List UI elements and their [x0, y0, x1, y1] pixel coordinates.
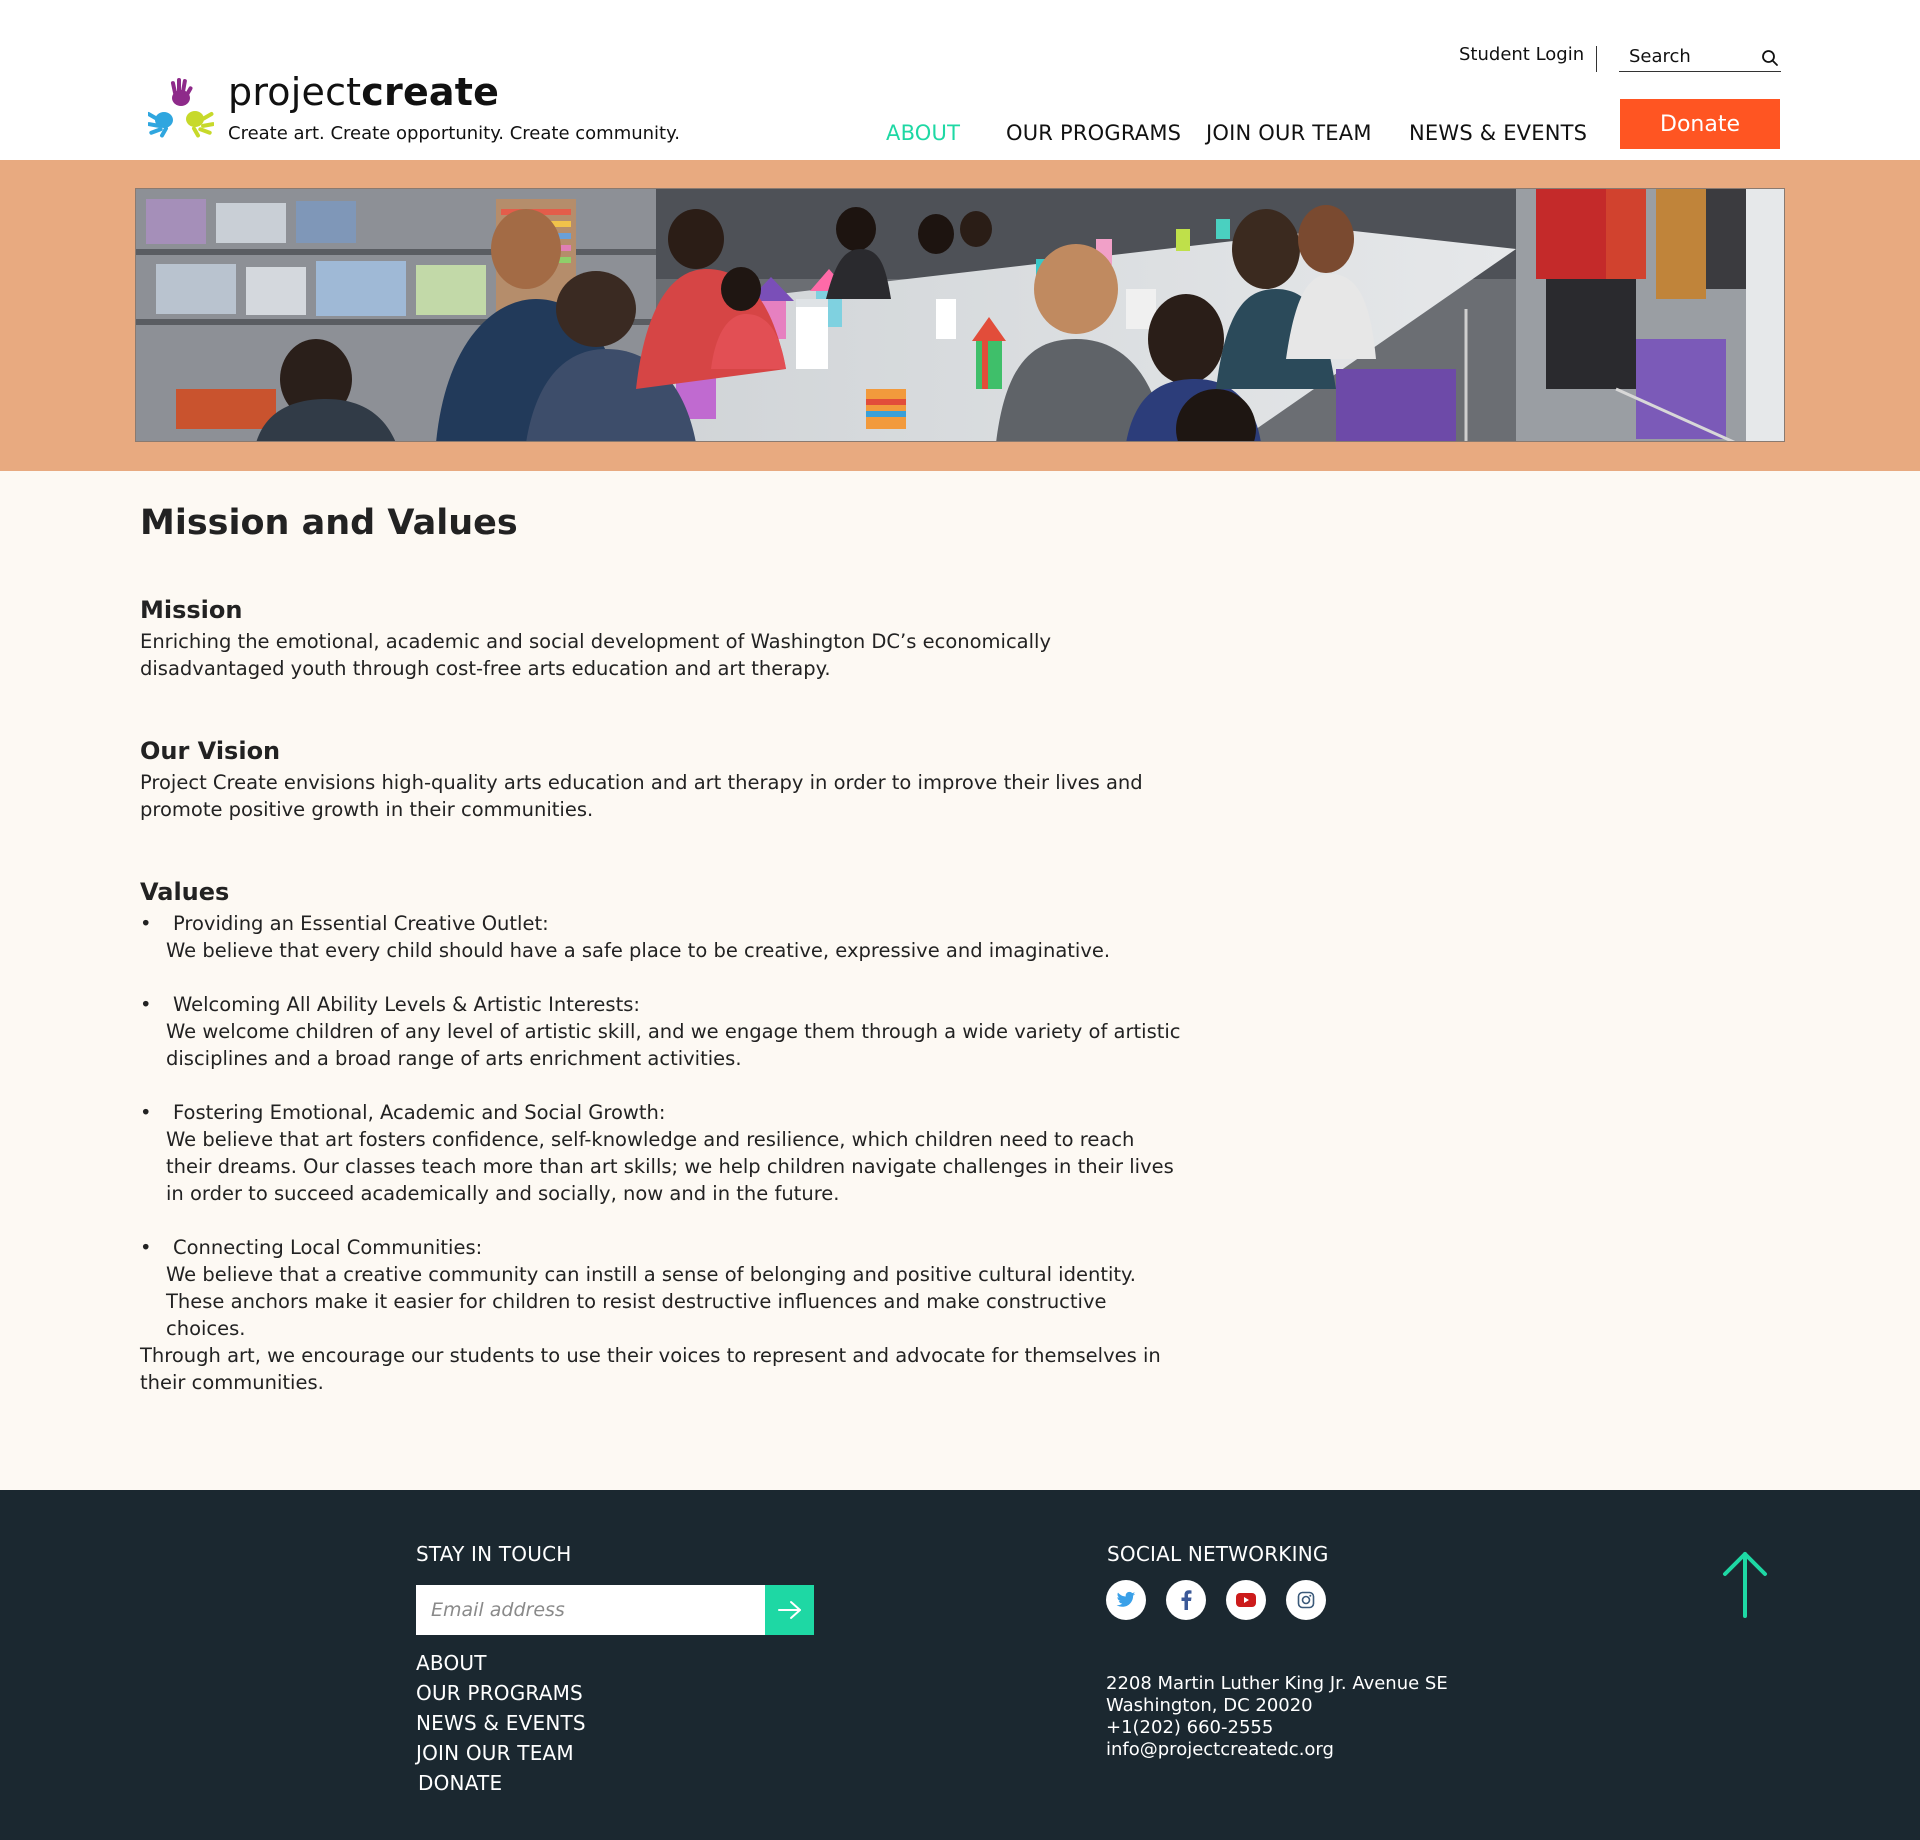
nav-about[interactable]: ABOUT: [886, 121, 960, 145]
mission-text: Enriching the emotional, academic and so…: [140, 630, 1051, 680]
search-input[interactable]: [1619, 42, 1749, 70]
facebook-icon[interactable]: [1166, 1580, 1206, 1620]
value-desc: We believe that every child should have …: [166, 939, 1111, 962]
youtube-glyph: [1236, 1593, 1256, 1607]
address-line: 2208 Martin Luther King Jr. Avenue SE: [1106, 1673, 1448, 1694]
email-link[interactable]: info@projectcreatedc.org: [1106, 1739, 1334, 1761]
brand-bold: create: [361, 70, 500, 114]
back-to-top-arrow-icon[interactable]: [1720, 1548, 1770, 1620]
search-icon[interactable]: [1761, 49, 1779, 67]
footer-link-about[interactable]: ABOUT: [416, 1651, 487, 1675]
value-desc-line: These anchors make it easier for childre…: [166, 1290, 1107, 1340]
nav-our-programs[interactable]: OUR PROGRAMS: [1006, 121, 1181, 145]
closing-text: Through art, we encourage our students t…: [140, 1344, 1161, 1394]
values-heading: Values: [140, 878, 230, 906]
brand-light: project: [228, 70, 362, 114]
nav-news-events[interactable]: NEWS & EVENTS: [1409, 121, 1587, 145]
donate-button[interactable]: Donate: [1620, 99, 1780, 149]
facebook-glyph: [1181, 1590, 1192, 1610]
search-box: [1619, 42, 1781, 72]
main-content: Mission and Values Mission Enriching the…: [0, 471, 1920, 1490]
value-desc-line: We believe that a creative community can…: [166, 1263, 1137, 1286]
arrow-right-icon: [777, 1601, 801, 1619]
hero-photo-illustration: [136, 189, 1784, 441]
utility-divider: [1596, 46, 1597, 72]
footer-link-news-events[interactable]: NEWS & EVENTS: [416, 1711, 586, 1735]
youtube-icon[interactable]: [1226, 1580, 1266, 1620]
value-desc: We welcome children of any level of arti…: [166, 1020, 1181, 1070]
value-desc: We believe that a creative community can…: [166, 1261, 1186, 1342]
address-line: Washington, DC 20020: [1106, 1695, 1313, 1716]
newsletter-submit-button[interactable]: [765, 1585, 814, 1635]
newsletter-email-input[interactable]: [416, 1585, 765, 1635]
tagline: Create art. Create opportunity. Create c…: [228, 123, 680, 144]
hands-logo-icon[interactable]: [148, 78, 214, 140]
twitter-glyph: [1116, 1591, 1136, 1607]
student-login-link[interactable]: Student Login: [1459, 44, 1584, 72]
vision-text: Project Create envisions high-quality ar…: [140, 771, 1143, 821]
instagram-glyph: [1297, 1591, 1315, 1609]
site-footer: STAY IN TOUCH ABOUT OUR PROGRAMS NEWS & …: [0, 1490, 1920, 1840]
social-networking-heading: SOCIAL NETWORKING: [1107, 1542, 1329, 1566]
value-title: Connecting Local Communities:: [173, 1236, 483, 1259]
instagram-icon[interactable]: [1286, 1580, 1326, 1620]
brand-wordmark[interactable]: projectcreate: [228, 70, 499, 114]
site-header: projectcreate Create art. Create opportu…: [0, 0, 1920, 160]
twitter-icon[interactable]: [1106, 1580, 1146, 1620]
nav-join-our-team[interactable]: JOIN OUR TEAM: [1206, 121, 1372, 145]
value-title: Fostering Emotional, Academic and Social…: [173, 1101, 666, 1124]
stay-in-touch-heading: STAY IN TOUCH: [416, 1542, 572, 1566]
footer-link-donate[interactable]: DONATE: [418, 1771, 502, 1795]
bullet: •: [140, 1101, 152, 1124]
bullet: •: [140, 912, 152, 935]
bullet: •: [140, 1236, 152, 1259]
vision-heading: Our Vision: [140, 737, 281, 765]
value-desc: We believe that art fosters confidence, …: [166, 1128, 1174, 1205]
phone-link[interactable]: +1(202) 660-2555: [1106, 1717, 1273, 1739]
page-title: Mission and Values: [140, 503, 518, 543]
value-title: Providing an Essential Creative Outlet:: [173, 912, 549, 935]
value-title: Welcoming All Ability Levels & Artistic …: [173, 993, 640, 1016]
footer-link-our-programs[interactable]: OUR PROGRAMS: [416, 1681, 583, 1705]
bullet: •: [140, 993, 152, 1016]
hero-photo-classroom: [135, 188, 1785, 442]
mission-heading: Mission: [140, 596, 243, 624]
footer-link-join-our-team[interactable]: JOIN OUR TEAM: [416, 1741, 574, 1765]
